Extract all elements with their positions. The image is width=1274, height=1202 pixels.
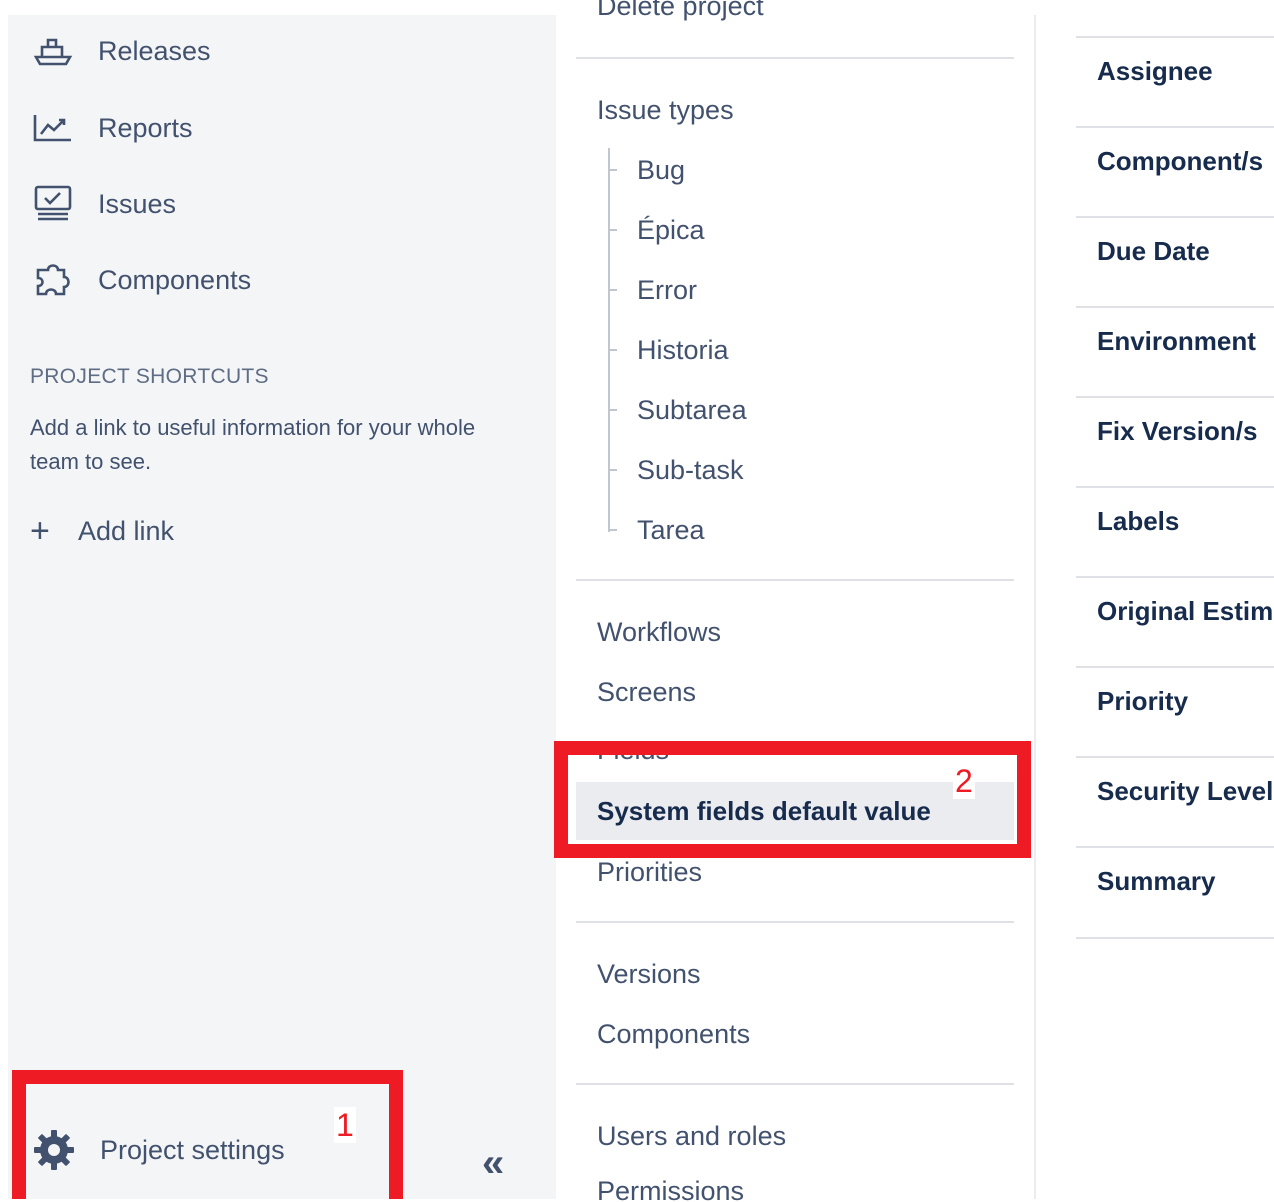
field-row-due-date[interactable]: Due Date: [1076, 216, 1274, 306]
issue-type-sub-task[interactable]: Sub-task: [576, 444, 1014, 496]
issue-type-error[interactable]: Error: [576, 264, 1014, 316]
field-row-summary[interactable]: Summary: [1076, 846, 1274, 936]
chart-icon: [32, 108, 76, 148]
issue-type-tarea[interactable]: Tarea: [576, 504, 1014, 556]
field-row-assignee[interactable]: Assignee: [1076, 36, 1274, 126]
menu-item-components[interactable]: Components: [576, 1008, 1014, 1060]
add-link-button[interactable]: + Add link: [30, 513, 174, 549]
menu-item-delete-project[interactable]: Delete project: [576, 0, 1014, 22]
issue-type-epica[interactable]: Épica: [576, 204, 1014, 256]
issues-icon: [32, 184, 76, 224]
issue-type-bug[interactable]: Bug: [576, 144, 1014, 196]
sidebar-item-releases[interactable]: Releases: [32, 31, 211, 71]
menu-item-workflows[interactable]: Workflows: [576, 606, 1014, 658]
menu-item-screens[interactable]: Screens: [576, 666, 1014, 718]
puzzle-icon: [32, 260, 76, 300]
menu-item-versions[interactable]: Versions: [576, 948, 1014, 1000]
sidebar-item-reports[interactable]: Reports: [32, 108, 193, 148]
menu-item-issue-types[interactable]: Issue types: [576, 84, 1014, 136]
field-row-fix-versions[interactable]: Fix Version/s: [1076, 396, 1274, 486]
plus-icon: +: [30, 512, 50, 550]
sidebar-item-components[interactable]: Components: [32, 260, 251, 300]
annotation-label-2: 2: [953, 763, 975, 799]
sidebar-item-label: Issues: [98, 188, 177, 219]
field-row-original-estimate[interactable]: Original Estimate: [1076, 576, 1274, 666]
add-link-label: Add link: [78, 515, 175, 546]
project-sidebar: Releases Reports Issues Components PROJE…: [8, 15, 556, 1199]
field-row-security-level[interactable]: Security Level: [1076, 756, 1274, 846]
sidebar-item-issues[interactable]: Issues: [32, 184, 176, 224]
menu-divider: [576, 921, 1014, 923]
ship-icon: [32, 31, 76, 71]
system-fields-list: Assignee Component/s Due Date Environmen…: [1076, 36, 1274, 939]
settings-menu: Delete project Issue types Bug Épica Err…: [556, 0, 1034, 1202]
menu-divider: [576, 1083, 1014, 1085]
menu-divider: [576, 57, 1014, 59]
shortcuts-description: Add a link to useful information for you…: [30, 415, 476, 474]
issue-type-subtarea[interactable]: Subtarea: [576, 384, 1014, 436]
sidebar-item-label: Releases: [98, 35, 211, 66]
project-shortcuts-heading: PROJECT SHORTCUTS: [30, 365, 269, 388]
field-row-environment[interactable]: Environment: [1076, 306, 1274, 396]
issue-type-historia[interactable]: Historia: [576, 324, 1014, 376]
menu-divider: [576, 579, 1014, 581]
column-separator: [1034, 15, 1036, 1199]
field-row-priority[interactable]: Priority: [1076, 666, 1274, 756]
sidebar-item-label: Components: [98, 264, 252, 295]
fields-list-bottom-border: [1076, 937, 1274, 939]
sidebar-item-label: Reports: [98, 112, 193, 143]
menu-item-users-and-roles[interactable]: Users and roles: [576, 1110, 1014, 1162]
collapse-sidebar-button[interactable]: «: [482, 1143, 504, 1183]
field-row-labels[interactable]: Labels: [1076, 486, 1274, 576]
annotation-box-2: [554, 741, 1031, 858]
field-row-components[interactable]: Component/s: [1076, 126, 1274, 216]
menu-item-permissions[interactable]: Permissions: [576, 1172, 1014, 1202]
annotation-label-1: 1: [334, 1107, 356, 1143]
